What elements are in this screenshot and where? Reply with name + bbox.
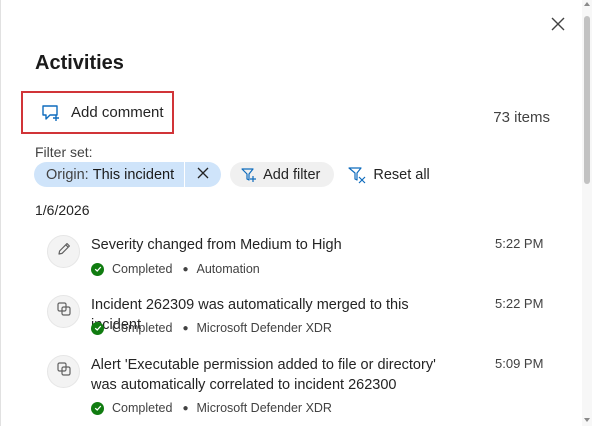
activity-time: 5:22 PM [495, 236, 544, 251]
completed-check-icon [91, 262, 104, 276]
filter-reset-icon [348, 166, 366, 184]
reset-all-label: Reset all [373, 166, 430, 183]
activity-status: Completed [112, 321, 173, 335]
dismiss-icon [197, 166, 209, 184]
comment-add-icon [41, 103, 63, 123]
add-comment-label: Add comment [71, 104, 164, 121]
activity-meta: Completed ● Automation [91, 262, 260, 276]
filter-set-label: Filter set: [35, 144, 93, 160]
origin-filter-chip: Origin: This incident [34, 162, 222, 187]
activity-status: Completed [112, 262, 173, 276]
scroll-down-arrow-icon[interactable] [584, 418, 590, 422]
activity-text: Severity changed from Medium to High [91, 237, 342, 253]
activity-source: Microsoft Defender XDR [196, 401, 332, 415]
item-count: 73 items [493, 109, 550, 126]
separator-dot: ● [182, 322, 189, 334]
completed-check-icon [91, 401, 104, 415]
activity-avatar [47, 295, 80, 328]
close-button[interactable] [546, 14, 570, 38]
activity-time: 5:22 PM [495, 296, 544, 311]
chip-key: Origin: [46, 166, 89, 183]
date-group-header: 1/6/2026 [35, 202, 90, 218]
activity-avatar [47, 355, 80, 388]
separator-dot: ● [182, 402, 189, 414]
merge-icon [56, 361, 72, 382]
chip-value: This incident [92, 166, 175, 183]
add-filter-button[interactable]: Add filter [230, 162, 335, 187]
remove-filter-button[interactable] [185, 162, 221, 187]
pencil-icon [56, 241, 72, 262]
activities-panel: Activities Add comment 73 items Filter s… [0, 0, 592, 426]
add-filter-label: Add filter [263, 166, 321, 183]
activity-source: Automation [196, 262, 260, 276]
separator-dot: ● [182, 263, 189, 275]
vertical-scrollbar[interactable] [582, 0, 592, 426]
close-icon [551, 17, 565, 36]
origin-filter-chip-text[interactable]: Origin: This incident [34, 162, 186, 187]
panel-title: Activities [35, 52, 124, 74]
completed-check-icon [91, 321, 104, 335]
scroll-up-arrow-icon[interactable] [584, 2, 590, 6]
filter-row: Origin: This incident Add filter Reset a… [34, 162, 430, 187]
activity-status: Completed [112, 401, 173, 415]
activity-text: Alert 'Executable permission added to fi… [91, 357, 436, 393]
activity-avatar [47, 235, 80, 268]
activity-time: 5:09 PM [495, 356, 544, 371]
activity-source: Microsoft Defender XDR [196, 321, 332, 335]
add-comment-button[interactable]: Add comment [21, 91, 174, 134]
activity-meta: Completed ● Microsoft Defender XDR [91, 401, 332, 415]
reset-all-button[interactable]: Reset all [348, 162, 430, 187]
merge-icon [56, 301, 72, 322]
activity-meta: Completed ● Microsoft Defender XDR [91, 321, 332, 335]
scrollbar-thumb[interactable] [584, 16, 590, 184]
filter-add-icon [241, 167, 257, 183]
